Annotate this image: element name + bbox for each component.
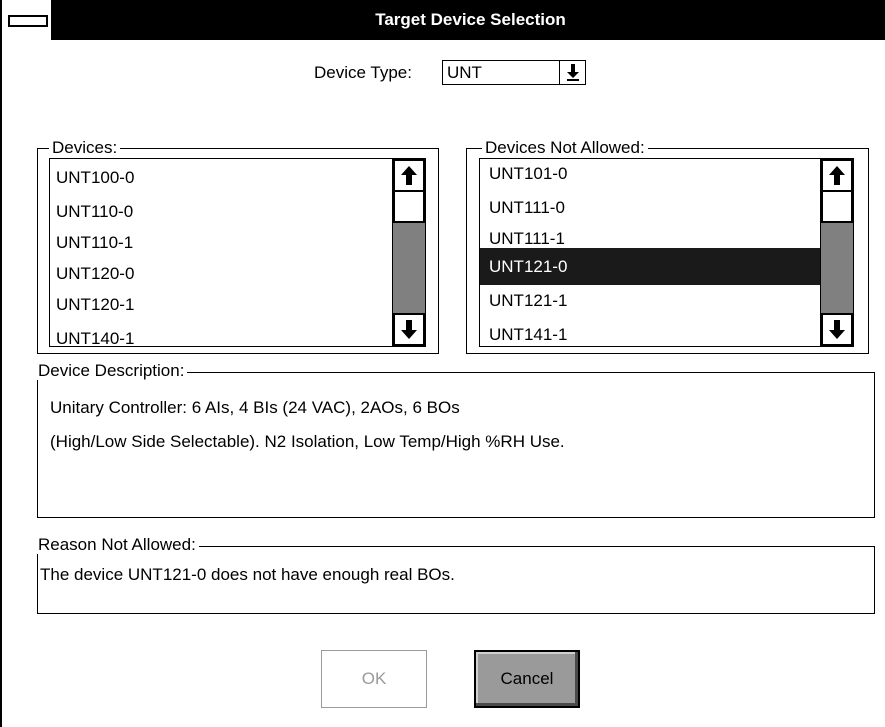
device-description-line: (High/Low Side Selectable). N2 Isolation…: [50, 432, 565, 451]
device-description-label: Device Description:: [36, 362, 188, 380]
system-menu-button[interactable]: [2, 0, 54, 40]
devices-scroll-thumb[interactable]: [393, 190, 425, 223]
list-item[interactable]: UNT120-0: [56, 263, 134, 285]
list-item[interactable]: UNT101-0: [489, 163, 567, 185]
ok-button[interactable]: OK: [321, 650, 427, 708]
title-bar[interactable]: Target Device Selection: [2, 0, 885, 40]
reason-not-allowed-label: Reason Not Allowed:: [36, 536, 199, 554]
arrow-up-icon[interactable]: [393, 159, 425, 192]
device-type-label: Device Type:: [314, 63, 412, 82]
device-type-value: UNT: [447, 63, 482, 82]
dialog-window: Target Device Selection Device Type: UNT…: [0, 0, 885, 727]
device-type-select[interactable]: UNT: [442, 60, 586, 85]
window-title: Target Device Selection: [375, 10, 566, 29]
arrow-up-icon[interactable]: [821, 159, 853, 192]
list-item[interactable]: UNT110-0: [56, 201, 133, 223]
devices-scrollbar[interactable]: [392, 159, 425, 346]
devices-not-allowed-label: Devices Not Allowed:: [482, 139, 648, 157]
devices-not-allowed-scrollbar[interactable]: [820, 159, 853, 346]
reason-not-allowed-text: The device UNT121-0 does not have enough…: [40, 565, 455, 584]
devices-listbox[interactable]: UNT100-0 UNT110-0 UNT110-1 UNT120-0 UNT1…: [49, 158, 426, 347]
list-item[interactable]: UNT111-0: [489, 197, 565, 219]
device-description-line: Unitary Controller: 6 AIs, 4 BIs (24 VAC…: [50, 398, 460, 417]
devices-not-allowed-listbox[interactable]: UNT101-0 UNT111-0 UNT111-1 UNT121-0 UNT1…: [479, 158, 854, 347]
list-item[interactable]: UNT140-1: [56, 328, 134, 346]
dropdown-arrow-icon[interactable]: [559, 61, 585, 84]
system-menu-icon: [8, 15, 48, 27]
devices-label: Devices:: [49, 139, 121, 157]
list-item-selected[interactable]: UNT121-0: [480, 248, 822, 285]
list-item[interactable]: UNT110-1: [56, 232, 133, 254]
list-item[interactable]: UNT100-0: [56, 167, 134, 189]
list-item[interactable]: UNT141-1: [489, 324, 567, 346]
arrow-down-icon[interactable]: [393, 313, 425, 346]
cancel-button[interactable]: Cancel: [474, 650, 580, 708]
arrow-down-icon[interactable]: [821, 313, 853, 346]
devices-not-allowed-scroll-thumb[interactable]: [821, 190, 853, 223]
list-item[interactable]: UNT111-1: [489, 228, 565, 250]
list-item[interactable]: UNT120-1: [56, 294, 134, 316]
list-item[interactable]: UNT121-1: [489, 290, 567, 312]
